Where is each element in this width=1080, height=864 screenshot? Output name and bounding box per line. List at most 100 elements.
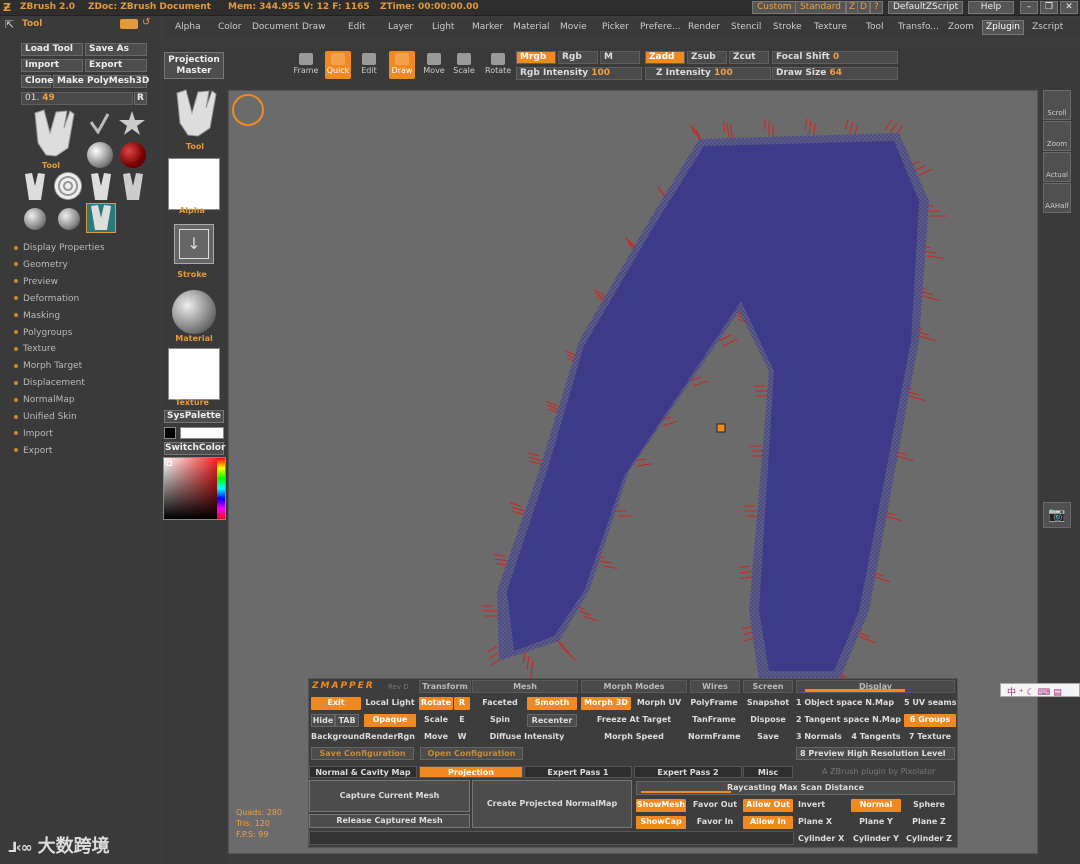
menu-material[interactable]: Material xyxy=(513,22,550,32)
stroke-thumbnail[interactable]: ↓ xyxy=(174,224,214,264)
zmapper-spin[interactable]: Spin xyxy=(475,714,525,727)
alpha-swatch[interactable] xyxy=(168,158,220,210)
zmapper-recenter[interactable]: Recenter xyxy=(527,714,577,727)
subpalette-polygroups[interactable]: Polygroups xyxy=(14,328,72,338)
draw-size-slider[interactable]: Draw Size 64 xyxy=(772,67,898,80)
help-button[interactable]: Help xyxy=(968,1,1014,14)
zadd-button[interactable]: Zadd xyxy=(645,51,685,64)
subpalette-deformation[interactable]: Deformation xyxy=(14,294,79,304)
help-q-button[interactable]: ? xyxy=(870,1,883,14)
tool-quick-button[interactable]: Quick xyxy=(325,51,351,79)
subpalette-unified-skin[interactable]: Unified Skin xyxy=(14,412,77,422)
palette-pin-icon[interactable]: ⇱ xyxy=(5,18,14,31)
subpalette-texture[interactable]: Texture xyxy=(14,344,56,354)
menu-alpha[interactable]: Alpha xyxy=(175,22,201,32)
palette-refresh-icon[interactable]: ↺ xyxy=(142,17,150,28)
capture-mesh-button[interactable]: Capture Current Mesh xyxy=(309,780,470,812)
zmapper-e[interactable]: E xyxy=(454,714,470,727)
mrgb-button[interactable]: Mrgb xyxy=(516,51,556,64)
zsub-button[interactable]: Zsub xyxy=(687,51,727,64)
standard-button[interactable]: Standard xyxy=(795,1,846,14)
zscript-selector[interactable]: DefaultZScript xyxy=(888,1,964,14)
zmapper-renderrgn[interactable]: RenderRgn xyxy=(364,731,416,744)
open-configuration-button[interactable]: Open Configuration xyxy=(420,747,523,760)
zmapper-smooth[interactable]: Smooth xyxy=(527,697,577,710)
ime-toolbar[interactable]: 中 ⁺ ☾ ⌨ ▤ xyxy=(1000,683,1080,698)
simple-brush-icon[interactable] xyxy=(88,112,110,134)
zmapper-morph-uv[interactable]: Morph UV xyxy=(634,697,684,710)
spiral-tool-icon[interactable] xyxy=(54,172,82,200)
zmapper-tab-expert-pass-1[interactable]: Expert Pass 1 xyxy=(524,766,632,778)
material-label[interactable]: Material xyxy=(170,334,218,343)
allow-out-toggle[interactable]: Allow Out xyxy=(743,799,793,812)
cylinder-y-toggle[interactable]: Cylinder Y xyxy=(851,833,901,846)
shelf-tool-thumbnail[interactable] xyxy=(172,88,222,142)
invert-toggle[interactable]: Invert xyxy=(798,799,848,812)
subpalette-geometry[interactable]: Geometry xyxy=(14,260,68,270)
preview-high-res-button[interactable]: 8 Preview High Resolution Level xyxy=(796,747,955,760)
import-button[interactable]: Import xyxy=(21,59,83,72)
zmapper-faceted[interactable]: Faceted xyxy=(475,697,525,710)
color-picker[interactable] xyxy=(163,457,226,520)
shelf-tool-label[interactable]: Tool xyxy=(175,142,215,151)
favor-out-toggle[interactable]: Favor Out xyxy=(690,799,740,812)
menu-prefere[interactable]: Prefere... xyxy=(640,22,681,32)
menu-zoom[interactable]: Zoom xyxy=(948,22,974,32)
minimize-icon[interactable]: – xyxy=(1020,1,1038,14)
pants-tool-icon[interactable] xyxy=(22,172,48,202)
allow-in-toggle[interactable]: Allow In xyxy=(743,816,793,829)
zmapper-tab[interactable]: TAB xyxy=(335,714,359,727)
zmapper-tanframe[interactable]: TanFrame xyxy=(688,714,740,727)
menu-zplugin[interactable]: Zplugin xyxy=(982,20,1025,35)
zmapper-scale[interactable]: Scale xyxy=(419,714,453,727)
menu-picker[interactable]: Picker xyxy=(602,22,629,32)
view-scroll-button[interactable]: Scroll xyxy=(1043,90,1071,120)
rgb-button[interactable]: Rgb xyxy=(558,51,598,64)
ball-tool-icon[interactable] xyxy=(24,208,46,230)
zmapper-hide[interactable]: Hide xyxy=(311,714,335,727)
menu-transfo[interactable]: Transfo... xyxy=(898,22,939,32)
tool-draw-button[interactable]: Draw xyxy=(389,51,415,79)
zmapper-opaque[interactable]: Opaque xyxy=(364,714,416,727)
display-slider-fill[interactable] xyxy=(805,689,905,692)
cylinder-x-toggle[interactable]: Cylinder X xyxy=(798,833,848,846)
texture-label[interactable]: Texture xyxy=(172,398,212,407)
ime-icon[interactable]: 中 ⁺ ☾ ⌨ ▤ xyxy=(1007,685,1062,698)
color-picker-cursor[interactable] xyxy=(167,461,172,466)
subpalette-display-properties[interactable]: Display Properties xyxy=(14,243,105,253)
secondary-color-swatch[interactable] xyxy=(164,427,176,439)
star-tool-icon[interactable] xyxy=(118,110,146,136)
subpalette-masking[interactable]: Masking xyxy=(14,311,60,321)
favor-in-toggle[interactable]: Favor In xyxy=(690,816,740,829)
selected-pants-tool-icon[interactable] xyxy=(86,203,116,233)
zmapper-7-texture[interactable]: 7 Texture xyxy=(904,731,956,744)
custom-button[interactable]: Custom xyxy=(752,1,797,14)
zmapper-diffuse-intensity[interactable]: Diffuse Intensity xyxy=(475,731,579,744)
showcap-toggle[interactable]: ShowCap xyxy=(636,816,686,829)
menu-movie[interactable]: Movie xyxy=(560,22,587,32)
zmapper-snapshot[interactable]: Snapshot xyxy=(743,697,793,710)
zmapper-4-tangents[interactable]: 4 Tangents xyxy=(848,731,904,744)
export-button[interactable]: Export xyxy=(85,59,147,72)
menu-texture[interactable]: Texture xyxy=(814,22,847,32)
main-color-swatch[interactable] xyxy=(180,427,224,439)
switchcolor-button[interactable]: SwitchColor xyxy=(164,442,225,455)
zmapper-background[interactable]: Background xyxy=(311,731,365,744)
save-as-button[interactable]: Save As xyxy=(85,43,147,56)
red-sphere-tool-icon[interactable] xyxy=(120,142,146,168)
menu-edit[interactable]: Edit xyxy=(348,22,365,32)
zmapper-tab-normal---cavity-map[interactable]: Normal & Cavity Map xyxy=(309,766,417,778)
make-polymesh-button[interactable]: Make PolyMesh3D xyxy=(53,75,149,88)
d-button[interactable]: D xyxy=(857,1,870,14)
zmapper-3-normals[interactable]: 3 Normals xyxy=(796,731,846,744)
current-tool-thumbnail[interactable] xyxy=(30,108,80,162)
menu-render[interactable]: Render xyxy=(688,22,720,32)
zmapper-r[interactable]: R xyxy=(454,697,470,710)
alpha-label[interactable]: Alpha xyxy=(172,206,212,215)
menu-zscript[interactable]: Zscript xyxy=(1032,22,1063,32)
zmapper-tab-projection[interactable]: Projection xyxy=(419,766,523,778)
zmapper-polyframe[interactable]: PolyFrame xyxy=(688,697,740,710)
syspalette-button[interactable]: SysPalette xyxy=(164,410,224,423)
tool-slider[interactable]: 01. 49 xyxy=(21,92,133,105)
save-configuration-button[interactable]: Save Configuration xyxy=(311,747,414,760)
